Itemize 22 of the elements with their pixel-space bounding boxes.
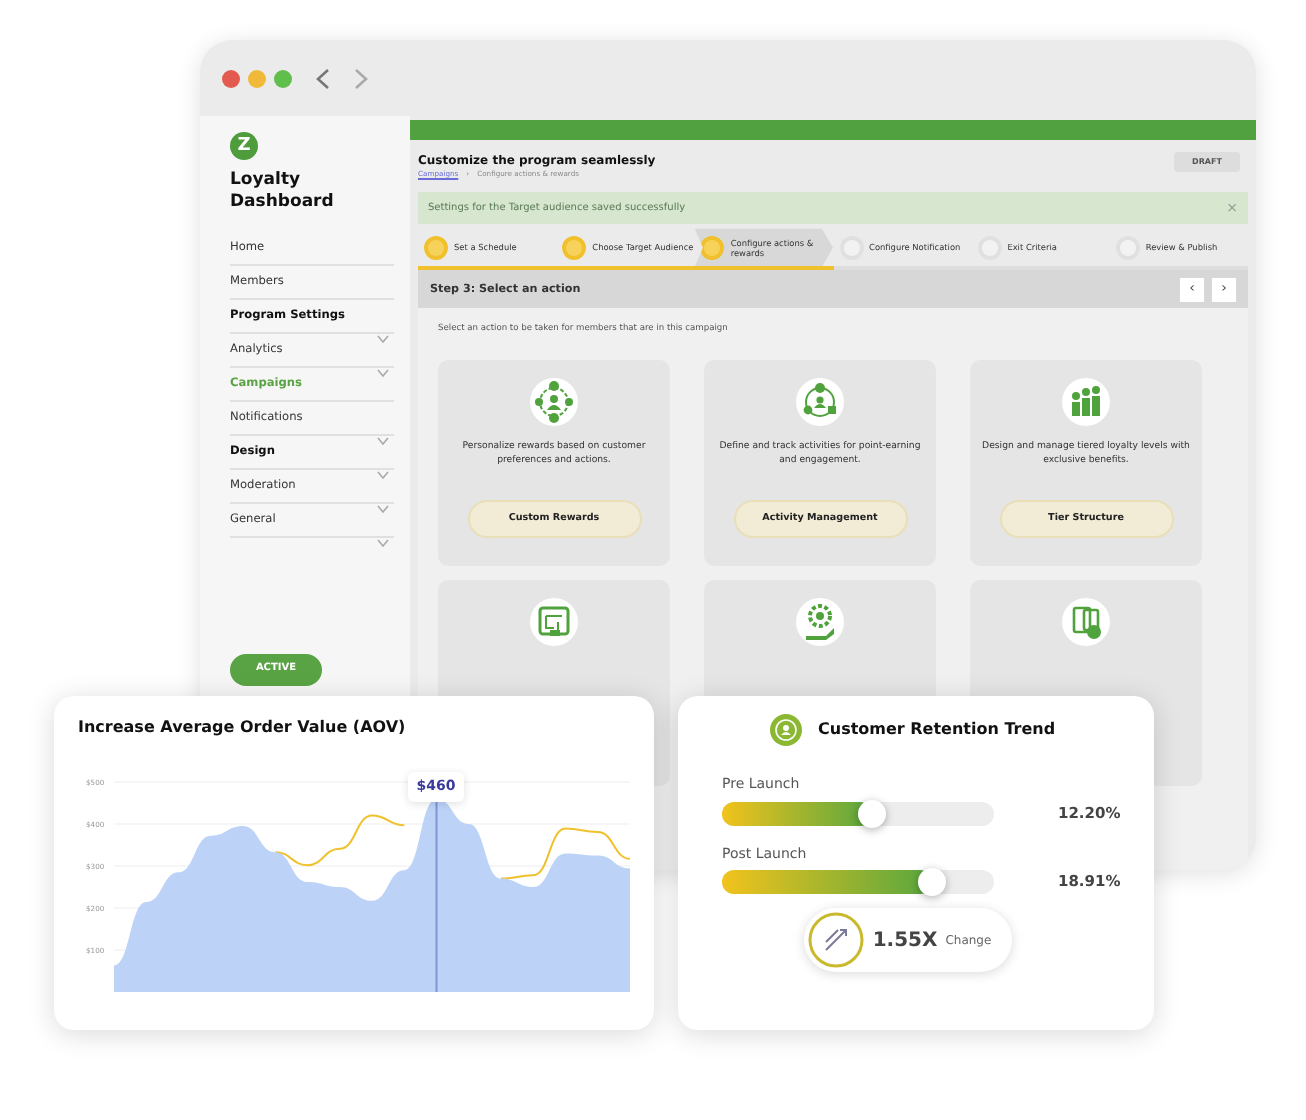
chevron-icon[interactable] [376, 503, 390, 514]
back-icon[interactable] [316, 67, 330, 89]
card-title: Customer Retention Trend [818, 718, 1056, 742]
forward-icon[interactable] [354, 67, 368, 89]
chevron-icon[interactable] [376, 333, 390, 344]
app-title: Loyalty Dashboard [230, 170, 336, 216]
people-network-icon [528, 375, 580, 428]
chart-title: Increase Average Order Value (AOV) [78, 716, 408, 740]
people-cycle-icon [794, 375, 846, 428]
slider-thumb [917, 868, 946, 896]
chevron-icon[interactable] [376, 537, 390, 548]
logo: Z [230, 132, 258, 160]
change-value: 1.55X [872, 927, 938, 955]
slider-thumb [857, 799, 886, 827]
clipboard-coin-icon [1060, 595, 1112, 648]
chevron-icon[interactable] [376, 435, 390, 446]
chevron-icon[interactable] [376, 469, 390, 480]
maze-board-icon [528, 595, 580, 648]
gear-hand-icon [794, 595, 846, 648]
podium-people-icon [1060, 375, 1112, 428]
user-icon [770, 714, 802, 746]
chevron-icon[interactable] [376, 367, 390, 378]
